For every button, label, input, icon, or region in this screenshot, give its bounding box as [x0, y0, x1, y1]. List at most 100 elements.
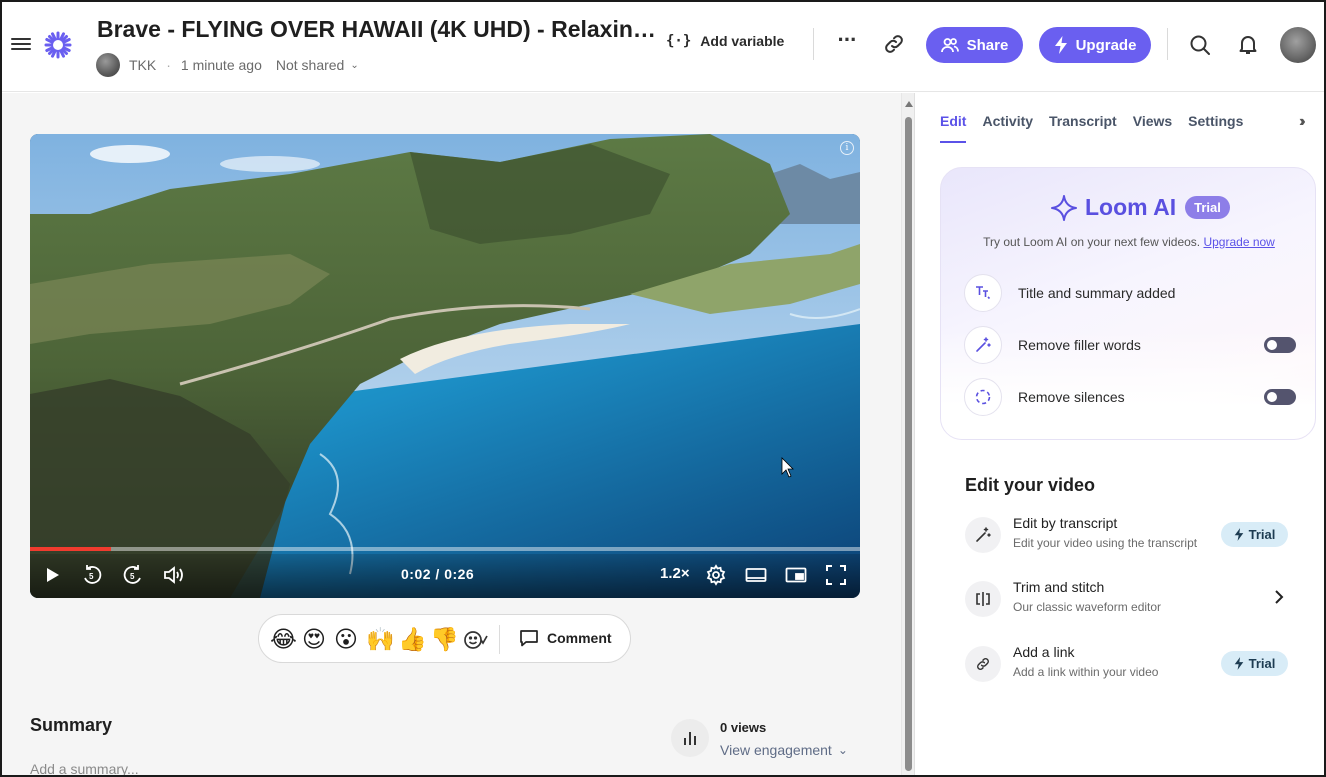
emoji-laugh-button[interactable]: 😂 — [270, 625, 297, 653]
emoji-thumbs-up-button[interactable]: 👍 — [398, 625, 427, 653]
trial-badge-label: Trial — [1248, 656, 1276, 671]
summary-heading: Summary — [30, 715, 113, 735]
add-variable-button[interactable]: {·} Add variable — [666, 33, 784, 49]
edit-by-transcript-item[interactable]: Edit by transcript Edit your video using… — [965, 515, 1290, 555]
ai-feature-filler-words: Remove filler words — [964, 326, 1296, 364]
tab-edit[interactable]: Edit — [940, 113, 967, 143]
emoji-heart-eyes-button[interactable]: 😍 — [302, 625, 326, 653]
search-icon[interactable] — [1188, 33, 1212, 57]
fullscreen-icon[interactable] — [824, 563, 848, 587]
add-reaction-icon[interactable] — [464, 630, 488, 650]
loom-ai-subtitle: Try out Loom AI on your next few videos.… — [941, 235, 1315, 249]
progress-fill — [30, 547, 111, 551]
add-variable-label: Add variable — [700, 33, 785, 49]
lightning-icon — [1234, 657, 1243, 670]
view-engagement-button[interactable]: View engagement ⌄ — [720, 742, 848, 758]
video-frame — [30, 134, 860, 598]
rewind-5-icon[interactable]: 5 — [80, 563, 104, 587]
tab-settings[interactable]: Settings — [1188, 113, 1243, 143]
copy-link-icon[interactable] — [882, 32, 906, 56]
scrollbar[interactable] — [901, 93, 915, 775]
lightning-icon — [1054, 36, 1067, 54]
progress-bar[interactable] — [30, 547, 860, 551]
reaction-bar: 😂 😍 😮 🙌 👍 👎 Comment — [258, 614, 631, 663]
bar-chart-icon[interactable] — [671, 719, 709, 757]
emoji-thumbs-down-button[interactable]: 👎 — [430, 625, 459, 653]
edit-item-title: Add a link — [1013, 644, 1075, 660]
owner-avatar[interactable] — [96, 53, 120, 77]
ai-feature-label: Remove filler words — [1018, 337, 1141, 353]
sharing-status-dropdown[interactable]: Not shared ⌄ — [276, 57, 359, 73]
panel-tabs: Edit Activity Transcript Views Settings — [940, 113, 1259, 143]
upgrade-now-link[interactable]: Upgrade now — [1203, 235, 1274, 249]
player-controls: 5 5 0:02 / 0:26 1.2× — [30, 554, 860, 598]
timestamp: 1 minute ago — [180, 57, 262, 73]
loom-logo-icon[interactable] — [44, 31, 72, 59]
edit-item-title: Trim and stitch — [1013, 579, 1105, 595]
add-a-link-item[interactable]: Add a link Add a link within your video … — [965, 644, 1290, 684]
scroll-up-arrow-icon[interactable] — [905, 101, 913, 107]
scrollbar-thumb[interactable] — [905, 117, 912, 771]
edit-video-heading: Edit your video — [965, 475, 1096, 495]
emoji-raised-hands-button[interactable]: 🙌 — [366, 625, 395, 653]
user-avatar[interactable] — [1280, 27, 1316, 63]
main-content: i 5 5 0:02 / 0:26 1.2× 😂 😍 😮 🙌 👍 👎 Comme… — [2, 93, 901, 775]
emoji-surprised-button[interactable]: 😮 — [334, 625, 358, 653]
edit-item-subtitle: Add a link within your video — [1013, 665, 1159, 679]
top-bar: Brave - FLYING OVER HAWAII (4K UHD) - Re… — [2, 2, 1324, 92]
trial-badge: Trial — [1221, 522, 1288, 547]
video-title[interactable]: Brave - FLYING OVER HAWAII (4K UHD) - Re… — [97, 16, 657, 43]
lightning-icon — [1234, 528, 1243, 541]
owner-name[interactable]: TKK — [129, 57, 156, 73]
tab-views[interactable]: Views — [1133, 113, 1172, 143]
svg-text:5: 5 — [89, 572, 94, 581]
trim-icon — [965, 581, 1001, 617]
menu-icon[interactable] — [11, 35, 31, 53]
collapse-panel-icon[interactable]: ›› — [1299, 113, 1305, 131]
tab-transcript[interactable]: Transcript — [1049, 113, 1117, 143]
tab-activity[interactable]: Activity — [982, 113, 1033, 143]
picture-in-picture-icon[interactable] — [784, 563, 808, 587]
theater-mode-icon[interactable] — [744, 563, 768, 587]
link-icon — [965, 646, 1001, 682]
trial-badge: Trial — [1185, 196, 1230, 219]
share-label: Share — [966, 36, 1009, 54]
settings-gear-icon[interactable] — [704, 563, 728, 587]
trim-and-stitch-item[interactable]: Trim and stitch Our classic waveform edi… — [965, 579, 1290, 619]
remove-silences-toggle[interactable] — [1264, 389, 1296, 405]
magic-wand-icon — [964, 326, 1002, 364]
ai-feature-silences: Remove silences — [964, 378, 1296, 416]
ai-feature-label: Title and summary added — [1018, 285, 1176, 301]
variable-icon: {·} — [666, 33, 692, 49]
divider — [813, 28, 814, 60]
share-button[interactable]: Share — [926, 27, 1023, 63]
loom-ai-subtitle-text: Try out Loom AI on your next few videos. — [983, 235, 1201, 249]
time-display: 0:02 / 0:26 — [401, 566, 475, 582]
loom-ai-header: Loom AI Trial — [1051, 194, 1230, 221]
sharing-status-label: Not shared — [275, 57, 345, 73]
trial-badge-label: Trial — [1248, 527, 1276, 542]
magic-wand-icon — [965, 517, 1001, 553]
chevron-right-icon — [1275, 590, 1284, 604]
trial-badge: Trial — [1221, 651, 1288, 676]
side-panel: Edit Activity Transcript Views Settings … — [915, 93, 1324, 775]
views-count: 0 views — [720, 720, 767, 735]
play-icon[interactable] — [42, 563, 64, 587]
divider — [1167, 28, 1168, 60]
comment-button[interactable]: Comment — [519, 629, 612, 647]
summary-input[interactable]: Add a summary... — [30, 761, 139, 775]
upgrade-label: Upgrade — [1075, 36, 1137, 54]
playback-speed-button[interactable]: 1.2× — [660, 565, 690, 582]
separator-dot: · — [166, 57, 171, 73]
ai-feature-label: Remove silences — [1018, 389, 1125, 405]
notifications-bell-icon[interactable] — [1236, 32, 1260, 56]
video-player[interactable]: i 5 5 0:02 / 0:26 1.2× — [30, 134, 860, 598]
more-options-icon[interactable]: ··· — [834, 29, 860, 58]
remove-filler-words-toggle[interactable] — [1264, 337, 1296, 353]
info-icon[interactable]: i — [840, 141, 854, 155]
ai-feature-title-summary: Title and summary added — [964, 274, 1294, 312]
view-engagement-label: View engagement — [720, 742, 832, 758]
forward-5-icon[interactable]: 5 — [121, 563, 145, 587]
volume-icon[interactable] — [162, 563, 186, 587]
upgrade-button[interactable]: Upgrade — [1039, 27, 1151, 63]
